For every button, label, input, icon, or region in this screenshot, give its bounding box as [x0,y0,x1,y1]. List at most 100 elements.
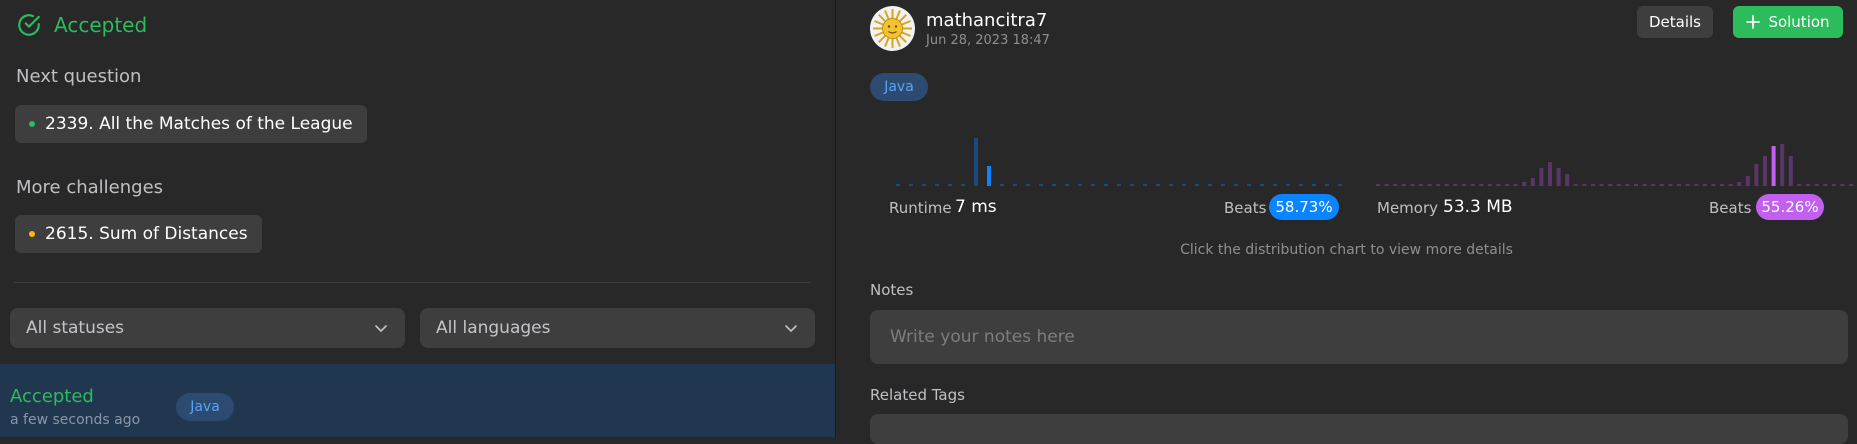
memory-bar [1728,184,1733,186]
runtime-bar [1091,184,1095,186]
notes-label: Notes [870,281,914,299]
memory-bar [1771,146,1776,186]
sun-avatar-icon [873,9,912,48]
memory-bar [1737,182,1742,186]
runtime-bar [1221,184,1225,186]
check-circle-icon [18,14,40,36]
chart-hint: Click the distribution chart to view mor… [1180,242,1513,258]
runtime-bar [961,184,965,186]
runtime-bar [1143,184,1147,186]
memory-bar [1677,184,1681,186]
right-panel: mathancitra7 Jun 28, 2023 18:47 Details … [836,0,1857,444]
more-challenges-label: More challenges [16,177,164,198]
distribution-chart[interactable] [896,124,1856,186]
memory-bar [1410,184,1415,186]
runtime-bar [1338,184,1342,186]
runtime-bar [974,138,978,186]
memory-bar [1788,156,1793,186]
memory-bar [1401,184,1406,186]
memory-bar [1814,184,1819,186]
runtime-bar [1299,184,1303,186]
memory-bar [1745,176,1750,186]
solution-button-label: Solution [1768,13,1830,31]
memory-bar [1462,184,1466,186]
runtime-value: 7 ms [955,197,997,217]
memory-value: 53.3 MB [1443,197,1513,217]
memory-bar [1539,168,1544,186]
runtime-bar [1208,184,1212,186]
runtime-bar [1234,184,1238,186]
difficulty-dot [29,121,35,127]
runtime-bar [1182,184,1186,186]
runtime-bar [1273,184,1277,186]
memory-bar [1530,178,1535,186]
chevron-down-icon [375,325,387,332]
left-panel: Accepted Next question 2339. All the Mat… [0,0,835,437]
submission-status: Accepted [10,386,94,407]
memory-bar [1599,184,1604,186]
memory-bar [1487,184,1492,186]
details-button[interactable]: Details [1637,6,1713,38]
language-filter-select[interactable]: All languages [420,308,815,348]
language-filter-value: All languages [436,318,551,338]
memory-bar [1849,184,1853,186]
difficulty-dot [29,231,35,237]
memory-label: Memory [1377,199,1439,217]
accepted-header: Accepted [16,12,147,38]
memory-bar [1608,184,1613,186]
runtime-bar [1078,184,1082,186]
status-filter-select[interactable]: All statuses [10,308,405,348]
memory-bar [1823,184,1828,186]
memory-bar [1548,162,1552,186]
runtime-beats-badge: 58.73% [1269,194,1339,220]
avatar[interactable] [870,6,915,51]
memory-bar [1642,184,1647,186]
runtime-bar [1039,184,1043,186]
runtime-bar [1247,184,1251,186]
submission-row[interactable]: Accepted a few seconds ago Java [0,364,835,437]
memory-bar [1668,184,1673,186]
memory-bar [1427,184,1432,186]
related-tags-label: Related Tags [870,386,965,404]
runtime-bar [909,184,913,186]
next-question-chip[interactable]: 2339. All the Matches of the League [15,105,367,143]
plus-icon [1746,15,1761,29]
memory-bar [1573,184,1578,186]
runtime-bar [1195,184,1199,186]
memory-bar [1711,184,1716,186]
memory-bar [1720,184,1724,186]
status-title: Accepted [54,13,148,37]
memory-bar [1685,184,1690,186]
runtime-bar [1013,184,1017,186]
runtime-bar [1026,184,1030,186]
runtime-bar [1260,184,1264,186]
memory-bar [1659,184,1664,186]
memory-bar [1582,184,1587,186]
memory-bar [1393,184,1398,186]
memory-bar [1694,184,1699,186]
runtime-bar [1000,184,1004,186]
username[interactable]: mathancitra7 [926,10,1047,31]
memory-bar [1522,182,1527,186]
runtime-bar [896,184,900,186]
memory-bar [1376,184,1380,186]
memory-bar [1513,184,1518,186]
solution-button[interactable]: Solution [1733,6,1843,38]
memory-bar [1505,184,1509,186]
runtime-bar [1052,184,1056,186]
memory-bar [1565,174,1570,186]
runtime-bar [1117,184,1121,186]
memory-bar [1634,184,1638,186]
related-tags-select[interactable] [870,414,1848,444]
notes-input[interactable] [870,310,1848,364]
memory-bar [1616,184,1621,186]
memory-bar [1625,184,1630,186]
status-filter-value: All statuses [26,318,125,338]
memory-bar [1780,144,1785,186]
memory-bar [1453,184,1458,186]
challenge-chip[interactable]: 2615. Sum of Distances [15,215,262,253]
memory-bar [1496,184,1501,186]
memory-beats-label: Beats [1709,199,1752,217]
runtime-bar [1286,184,1290,186]
runtime-label: Runtime [889,199,952,217]
